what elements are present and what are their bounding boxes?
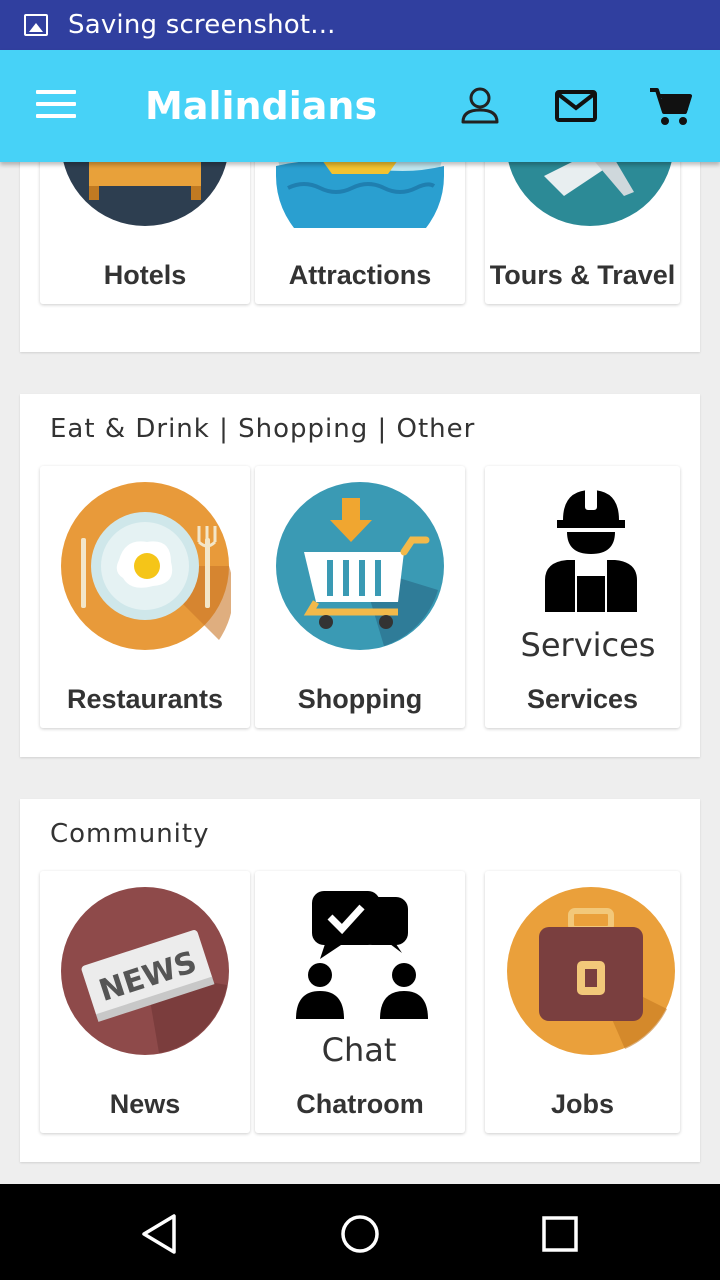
chat-art-text: Chat [322, 1031, 397, 1069]
tile-hotels[interactable]: Hotels [40, 162, 250, 304]
section-eat-drink: Eat & Drink | Shopping | Other Restauran… [20, 394, 700, 757]
tile-jobs[interactable]: Jobs [485, 871, 680, 1133]
section-accommodation: Hotels Attractions Tours & Travel [20, 162, 700, 352]
svg-text:Chat: Chat [322, 1031, 397, 1069]
tile-label: Attractions [288, 260, 432, 290]
tile-restaurants[interactable]: Restaurants [40, 466, 250, 728]
section-title: Eat & Drink | Shopping | Other [50, 414, 476, 444]
back-icon[interactable] [138, 1212, 182, 1256]
status-bar: Saving screenshot... [0, 0, 720, 50]
status-text: Saving screenshot... [68, 10, 336, 40]
hotel-icon [63, 162, 227, 226]
section-title: Community [50, 819, 210, 849]
app-bar: Malindians [0, 50, 720, 162]
tile-label: Tours & Travel [489, 260, 676, 290]
tile-attractions[interactable]: Attractions [255, 162, 465, 304]
system-nav-bar [0, 1184, 720, 1280]
tile-label: Chatroom [296, 1089, 424, 1119]
tile-label: Jobs [550, 1089, 615, 1119]
tile-label: News [109, 1089, 181, 1119]
airplane-icon [508, 162, 672, 226]
tile-label: Services [526, 684, 639, 714]
app-title: Malindians [145, 84, 378, 128]
image-icon [24, 14, 48, 36]
account-icon[interactable] [458, 84, 502, 128]
plate-icon [61, 482, 231, 650]
recents-icon[interactable] [538, 1212, 582, 1256]
tile-shopping[interactable]: Shopping [255, 466, 465, 728]
home-content[interactable]: Hotels Attractions Tours & Travel Eat & [0, 162, 720, 1184]
tile-label: Hotels [103, 260, 187, 290]
cart-icon[interactable] [648, 84, 692, 128]
services-art-text: Services [521, 626, 656, 664]
section-community: Community NEWS News Chat Chatroom Jobs [20, 799, 700, 1162]
tile-services[interactable]: Services Services [485, 466, 680, 728]
tile-chatroom[interactable]: Chat Chatroom [255, 871, 465, 1133]
mail-icon[interactable] [554, 84, 598, 128]
briefcase-icon [507, 887, 675, 1055]
svg-text:Services: Services [521, 626, 656, 664]
boat-icon [276, 162, 444, 228]
tile-label: Shopping [297, 684, 423, 714]
tile-news[interactable]: NEWS News [40, 871, 250, 1133]
shopping-cart-icon [276, 482, 444, 650]
newspaper-icon: NEWS [61, 887, 229, 1055]
home-icon[interactable] [338, 1212, 382, 1256]
tile-label: Restaurants [66, 684, 224, 714]
tile-tours-travel[interactable]: Tours & Travel [485, 162, 680, 304]
menu-icon[interactable] [36, 90, 76, 120]
